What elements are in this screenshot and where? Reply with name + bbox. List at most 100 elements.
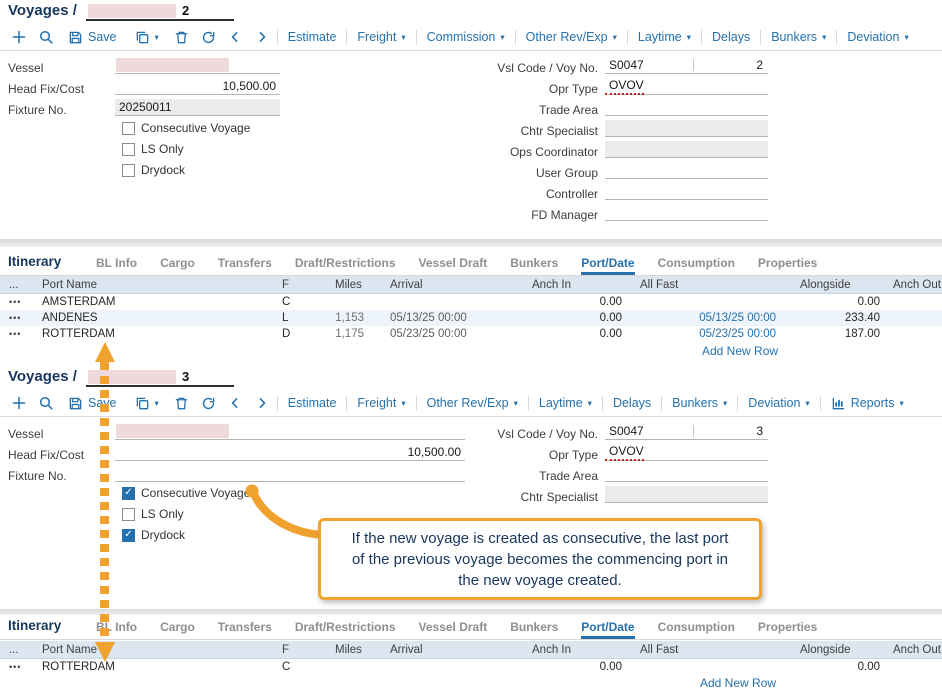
tab-transfers[interactable]: Transfers (218, 620, 272, 639)
ops-coordinator-field[interactable] (605, 141, 768, 158)
toolbar-button-reports[interactable]: Reports▾ (822, 391, 913, 415)
tab-consumption[interactable]: Consumption (658, 620, 735, 639)
trade-area-field[interactable] (605, 465, 768, 482)
chtr-specialist-field[interactable] (605, 486, 768, 503)
add-new-row-link[interactable]: Add New Row (702, 344, 778, 358)
copy-button[interactable]: ▾ (126, 25, 168, 49)
row-menu-icon[interactable]: ••• (0, 313, 36, 323)
delete-button[interactable] (168, 25, 195, 49)
row-menu-icon[interactable]: ••• (0, 329, 36, 339)
controller-field[interactable] (605, 183, 768, 200)
ls-only-checkbox[interactable]: LS Only (122, 507, 184, 521)
tab-transfers[interactable]: Transfers (218, 256, 272, 275)
tab-port-date[interactable]: Port/Date (581, 256, 634, 275)
table-row[interactable]: ••• ROTTERDAM C 0.00 0.00 (0, 659, 942, 675)
tab-consumption[interactable]: Consumption (658, 256, 735, 275)
toolbar-button-freight[interactable]: Freight▾ (348, 391, 414, 415)
save-button[interactable]: Save (59, 391, 126, 415)
add-button[interactable] (5, 25, 32, 49)
next-button[interactable] (249, 391, 276, 415)
chevron-down-icon: ▾ (514, 399, 518, 408)
search-button[interactable] (32, 391, 59, 415)
add-new-row-link[interactable]: Add New Row (700, 676, 776, 690)
head-fix-field[interactable]: 10,500.00 (115, 444, 465, 461)
copy-button[interactable]: ▾ (126, 391, 168, 415)
tab-properties[interactable]: Properties (758, 620, 817, 639)
search-icon (38, 395, 54, 411)
toolbar-separator (760, 30, 761, 45)
vsl-code-field[interactable]: S00473 (605, 423, 768, 440)
cell-f: L (280, 312, 332, 324)
vessel-field[interactable] (115, 423, 465, 440)
toolbar-button-delays[interactable]: Delays (604, 391, 660, 415)
trash-icon (174, 396, 189, 411)
ls-only-checkbox[interactable]: LS Only (122, 142, 184, 156)
checkbox-label: Drydock (141, 528, 185, 542)
drydock-checkbox[interactable]: Drydock (122, 163, 185, 177)
drydock-checkbox[interactable]: ✓Drydock (122, 528, 185, 542)
opr-type-field[interactable]: OVOV (605, 444, 768, 461)
toolbar-separator (627, 30, 628, 45)
cell-port: ROTTERDAM (36, 328, 280, 340)
fixture-no-field[interactable]: 20250011 (115, 99, 280, 116)
toolbar-button-estimate[interactable]: Estimate (279, 391, 346, 415)
toolbar-button-freight[interactable]: Freight▾ (348, 25, 414, 49)
toolbar-button-deviation[interactable]: Deviation▾ (739, 391, 818, 415)
tab-vessel-draft[interactable]: Vessel Draft (419, 620, 488, 639)
toolbar-button-other-rev-exp[interactable]: Other Rev/Exp▾ (517, 25, 626, 49)
cell-alongside: 187.00 (782, 328, 887, 340)
delete-button[interactable] (168, 391, 195, 415)
tab-draft-restrictions[interactable]: Draft/Restrictions (295, 256, 396, 275)
chtr-specialist-field[interactable] (605, 120, 768, 137)
itinerary-tabstrip: BL Info Cargo Transfers Draft/Restrictio… (0, 252, 942, 276)
tab-port-date[interactable]: Port/Date (581, 620, 634, 639)
checkbox-label: LS Only (141, 507, 184, 521)
tab-properties[interactable]: Properties (758, 256, 817, 275)
plus-icon (11, 29, 27, 45)
vessel-field[interactable] (115, 57, 280, 74)
col-port-name: Port Name (36, 279, 280, 291)
save-icon (68, 30, 83, 45)
fd-manager-field[interactable] (605, 204, 768, 221)
cell-all-fast: 05/13/25 00:00 (632, 312, 782, 324)
row-menu-icon[interactable]: ••• (0, 662, 36, 672)
tab-bunkers[interactable]: Bunkers (510, 620, 558, 639)
toolbar-button-deviation[interactable]: Deviation▾ (838, 25, 917, 49)
trade-area-field[interactable] (605, 99, 768, 116)
refresh-button[interactable] (195, 25, 222, 49)
toolbar-button-bunkers[interactable]: Bunkers▾ (762, 25, 835, 49)
tab-draft-restrictions[interactable]: Draft/Restrictions (295, 620, 396, 639)
row-menu-icon[interactable]: ••• (0, 297, 36, 307)
table-row[interactable]: ••• ANDENES L 1,153 05/13/25 00:00 0.00 … (0, 310, 942, 326)
opr-type-field[interactable]: OVOV (605, 78, 768, 95)
consecutive-voyage-checkbox[interactable]: Consecutive Voyage (122, 121, 250, 135)
toolbar-button-commission[interactable]: Commission▾ (418, 25, 514, 49)
toolbar-button-other-rev-exp[interactable]: Other Rev/Exp▾ (418, 391, 527, 415)
head-fix-field[interactable]: 10,500.00 (115, 78, 280, 95)
tab-bunkers[interactable]: Bunkers (510, 256, 558, 275)
toolbar-button-bunkers[interactable]: Bunkers▾ (663, 391, 736, 415)
tab-cargo[interactable]: Cargo (160, 620, 195, 639)
vsl-code-field[interactable]: S00472 (605, 57, 768, 74)
prev-button[interactable] (222, 25, 249, 49)
refresh-button[interactable] (195, 391, 222, 415)
tab-vessel-draft[interactable]: Vessel Draft (419, 256, 488, 275)
save-button[interactable]: Save (59, 25, 126, 49)
table-row[interactable]: ••• ROTTERDAM D 1,175 05/23/25 00:00 0.0… (0, 326, 942, 342)
toolbar-button-laytime[interactable]: Laytime▾ (629, 25, 700, 49)
toolbar-button-estimate[interactable]: Estimate (279, 25, 346, 49)
toolbar-button-laytime[interactable]: Laytime▾ (530, 391, 601, 415)
add-button[interactable] (5, 391, 32, 415)
prev-button[interactable] (222, 391, 249, 415)
toolbar-button-delays[interactable]: Delays (703, 25, 759, 49)
col-anch-out: Anch Out (887, 644, 937, 656)
cell-anch-in: 0.00 (532, 328, 632, 340)
next-button[interactable] (249, 25, 276, 49)
tab-bl-info[interactable]: BL Info (96, 256, 137, 275)
search-button[interactable] (32, 25, 59, 49)
tab-cargo[interactable]: Cargo (160, 256, 195, 275)
section-divider (0, 609, 942, 615)
vsl-code-label: Vsl Code / Voy No. (440, 427, 598, 441)
table-row[interactable]: ••• AMSTERDAM C 0.00 0.00 (0, 294, 942, 310)
user-group-field[interactable] (605, 162, 768, 179)
